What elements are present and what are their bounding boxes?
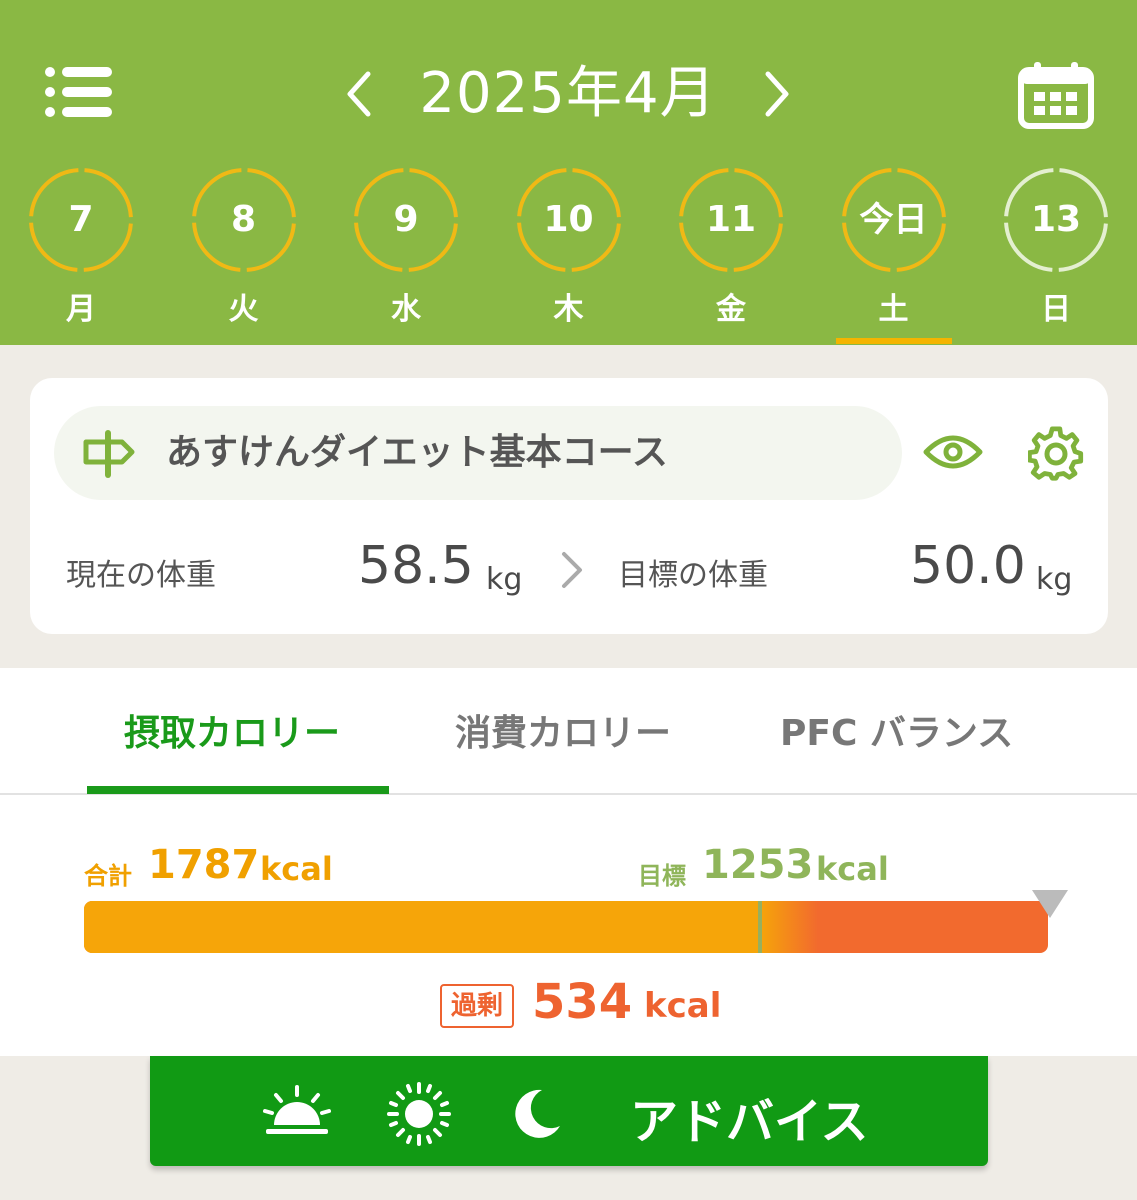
selected-day-indicator bbox=[836, 338, 952, 344]
current-weight-value: 58.5 bbox=[358, 536, 474, 596]
app-header: 2025年4月 7 月 8 火 9 水 10 木 11 金今日土 13 日 bbox=[0, 0, 1137, 345]
total-calories-value: 1787 bbox=[148, 842, 260, 888]
course-name: あすけんダイエット基本コース bbox=[166, 432, 668, 473]
day-weekday: 木 bbox=[553, 292, 584, 327]
day-number: 10 bbox=[543, 199, 594, 240]
tab-burned-calories[interactable]: 消費カロリー bbox=[455, 704, 671, 756]
calorie-progress-bar bbox=[84, 901, 1048, 953]
chevron-right-icon bbox=[765, 71, 789, 117]
day-number: 13 bbox=[1030, 199, 1082, 240]
chevron-left-icon bbox=[347, 71, 371, 117]
day-number: 今日 bbox=[859, 200, 928, 240]
day-weekday: 火 bbox=[228, 292, 259, 327]
course-card: あすけんダイエット基本コース 現在の体重 58.5 kg 目標の体重 50.0 … bbox=[30, 378, 1108, 634]
current-weight-label: 現在の体重 bbox=[66, 558, 216, 593]
excess-badge: 過剰 bbox=[440, 984, 514, 1028]
target-label: 目標 bbox=[638, 862, 686, 890]
tab-pfc-balance[interactable]: PFC バランス bbox=[780, 704, 1013, 756]
goal-weight-label: 目標の体重 bbox=[618, 558, 768, 593]
calorie-panel: 摂取カロリー 消費カロリー PFC バランス 合計 1787 kcal 目標 1… bbox=[0, 668, 1137, 1056]
goal-weight-value: 50.0 bbox=[910, 536, 1026, 596]
eye-icon[interactable] bbox=[922, 426, 984, 478]
arrow-right-icon bbox=[562, 552, 582, 588]
target-calories-value: 1253 bbox=[702, 842, 814, 888]
course-selector[interactable]: あすけんダイエット基本コース bbox=[54, 406, 902, 500]
day-10[interactable]: 10 木 bbox=[514, 166, 624, 336]
triangle-marker-icon bbox=[1032, 890, 1068, 918]
day-number: 9 bbox=[393, 199, 419, 240]
moon-icon bbox=[515, 1089, 560, 1138]
excess-calories-value: 534 bbox=[532, 974, 633, 1030]
advice-button[interactable]: アドバイス bbox=[150, 1056, 988, 1166]
calendar-icon[interactable] bbox=[1016, 60, 1096, 130]
day-weekday: 金 bbox=[716, 292, 746, 327]
menu-icon[interactable] bbox=[44, 64, 114, 120]
day-13[interactable]: 13 日 bbox=[1001, 166, 1111, 336]
month-title: 2025年4月 bbox=[419, 61, 717, 126]
current-weight-unit: kg bbox=[486, 562, 523, 597]
target-calories-unit: kcal bbox=[816, 850, 889, 888]
day-weekday: 日 bbox=[1041, 292, 1071, 327]
tab-intake-calories[interactable]: 摂取カロリー bbox=[124, 704, 340, 756]
day-9[interactable]: 9水 bbox=[351, 166, 461, 336]
signpost-icon bbox=[83, 430, 135, 478]
total-label: 合計 bbox=[84, 862, 132, 890]
total-calories-unit: kcal bbox=[260, 850, 333, 888]
advice-label: アドバイス bbox=[630, 1094, 869, 1150]
day-8[interactable]: 8火 bbox=[189, 166, 299, 336]
goal-weight-unit: kg bbox=[1036, 562, 1073, 597]
excess-calories-unit: kcal bbox=[644, 986, 722, 1026]
sunrise-icon bbox=[263, 1085, 331, 1134]
target-marker-line bbox=[758, 901, 762, 953]
gear-icon[interactable] bbox=[1027, 426, 1084, 482]
day-weekday: 水 bbox=[391, 292, 421, 327]
active-tab-indicator bbox=[87, 786, 389, 794]
day-number: 7 bbox=[68, 199, 94, 240]
day-7[interactable]: 7月 bbox=[26, 166, 136, 336]
day-number: 8 bbox=[230, 199, 257, 240]
day-11[interactable]: 11 金 bbox=[676, 166, 786, 336]
day-number: 11 bbox=[705, 199, 757, 240]
day-weekday: 月 bbox=[66, 292, 96, 327]
sun-icon bbox=[387, 1082, 451, 1146]
calorie-intake-fill bbox=[84, 901, 818, 953]
day-weekday: 土 bbox=[878, 292, 909, 327]
day-today[interactable]: 今日土 bbox=[839, 166, 949, 336]
next-month-button[interactable] bbox=[752, 66, 800, 122]
prev-month-button[interactable] bbox=[336, 66, 384, 122]
